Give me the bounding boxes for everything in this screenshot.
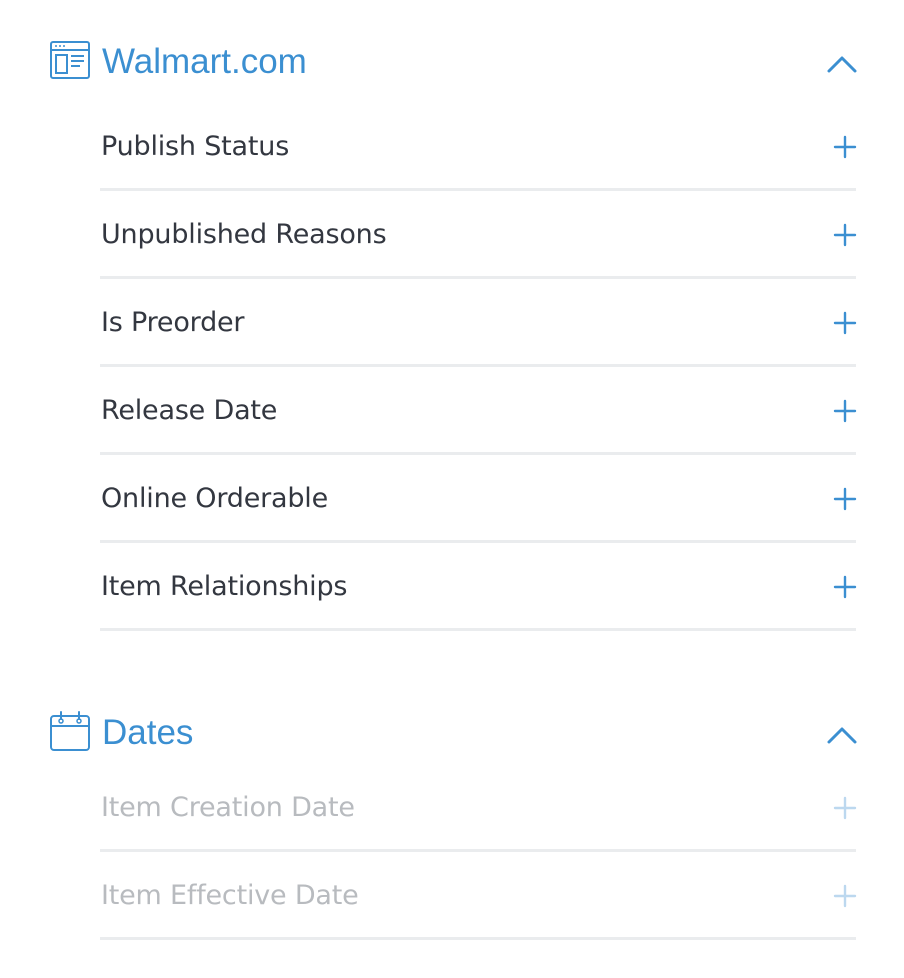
filter-row-item-effective-date: Item Effective Date bbox=[100, 852, 857, 940]
filter-row-is-preorder[interactable]: Is Preorder bbox=[100, 279, 857, 367]
filter-row-online-orderable[interactable]: Online Orderable bbox=[100, 455, 857, 543]
plus-icon bbox=[833, 796, 857, 820]
plus-icon[interactable] bbox=[833, 223, 857, 247]
filter-label: Release Date bbox=[101, 395, 278, 426]
filter-label: Item Relationships bbox=[101, 571, 348, 602]
filter-label: Publish Status bbox=[101, 131, 290, 162]
filter-row-release-date[interactable]: Release Date bbox=[100, 367, 857, 455]
filter-row-unpublished-reasons[interactable]: Unpublished Reasons bbox=[100, 191, 857, 279]
filter-label: Is Preorder bbox=[101, 307, 245, 338]
section-title-dates: Dates bbox=[102, 713, 194, 752]
plus-icon bbox=[833, 884, 857, 908]
plus-icon[interactable] bbox=[833, 487, 857, 511]
filter-row-item-relationships[interactable]: Item Relationships bbox=[100, 543, 857, 631]
filter-row-item-creation-date: Item Creation Date bbox=[100, 764, 857, 852]
calendar-icon bbox=[49, 711, 91, 753]
filter-label: Item Creation Date bbox=[101, 792, 355, 823]
chevron-up-icon[interactable] bbox=[824, 717, 860, 749]
filter-label: Online Orderable bbox=[101, 483, 328, 514]
filter-row-publish-status[interactable]: Publish Status bbox=[100, 103, 857, 191]
filter-label: Unpublished Reasons bbox=[101, 219, 387, 250]
plus-icon[interactable] bbox=[833, 575, 857, 599]
filter-label: Item Effective Date bbox=[101, 880, 359, 911]
chevron-up-icon[interactable] bbox=[824, 46, 860, 78]
section-header-walmart: Walmart.com bbox=[0, 40, 904, 84]
plus-icon[interactable] bbox=[833, 311, 857, 335]
row-divider bbox=[100, 937, 856, 940]
plus-icon[interactable] bbox=[833, 399, 857, 423]
plus-icon[interactable] bbox=[833, 135, 857, 159]
row-divider bbox=[100, 628, 856, 631]
section-header-dates: Dates bbox=[0, 711, 904, 755]
section-title-walmart: Walmart.com bbox=[102, 42, 307, 81]
browser-window-icon bbox=[49, 40, 91, 82]
